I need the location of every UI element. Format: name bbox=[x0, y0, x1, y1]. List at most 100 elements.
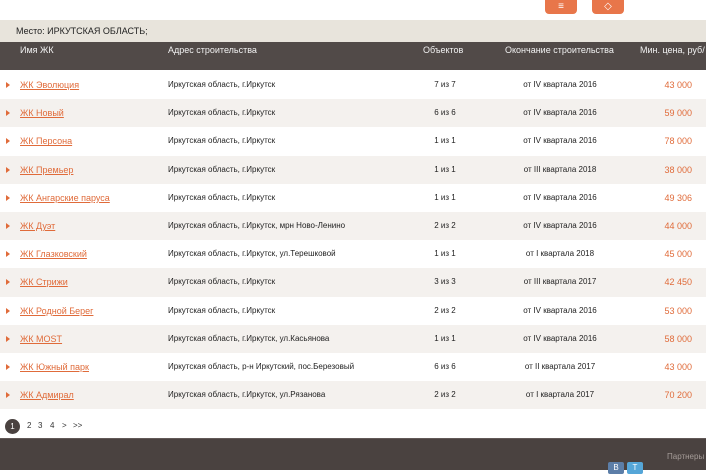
table-row: ЖК Дуэт Иркутская область, г.Иркутск, мр… bbox=[0, 211, 706, 241]
min-price-cell: 70 200 bbox=[664, 390, 692, 401]
objects-cell: 3 из 3 bbox=[434, 277, 456, 287]
expand-arrow-icon[interactable] bbox=[6, 222, 10, 229]
objects-cell: 1 из 1 bbox=[434, 249, 456, 259]
completion-cell: от IV квартала 2016 bbox=[523, 108, 597, 118]
address-cell: Иркутская область, г.Иркутск bbox=[168, 164, 276, 174]
objects-cell: 7 из 7 bbox=[434, 80, 456, 89]
completion-cell: от IV квартала 2016 bbox=[523, 305, 597, 315]
completion-cell: от IV квартала 2016 bbox=[523, 333, 597, 343]
complex-name-link[interactable]: ЖК Персона bbox=[20, 127, 72, 155]
expand-arrow-icon[interactable] bbox=[6, 363, 10, 370]
twitter-icon[interactable]: T bbox=[627, 462, 643, 474]
min-price-cell: 78 000 bbox=[664, 136, 692, 147]
address-cell: Иркутская область, г.Иркутск bbox=[168, 136, 276, 146]
next-page-link[interactable]: > bbox=[62, 421, 67, 430]
menu-button[interactable]: ≡ bbox=[545, 0, 577, 14]
complex-name-link[interactable]: ЖК Ангарские паруса bbox=[20, 184, 110, 212]
objects-cell: 2 из 2 bbox=[434, 390, 456, 400]
min-price-cell: 42 450 bbox=[664, 277, 692, 288]
page-4-link[interactable]: 4 bbox=[50, 421, 54, 430]
min-price-cell: 45 000 bbox=[664, 249, 692, 260]
complex-name-link[interactable]: ЖК Адмирал bbox=[20, 381, 74, 409]
expand-arrow-icon[interactable] bbox=[6, 110, 10, 117]
expand-arrow-icon[interactable] bbox=[6, 335, 10, 342]
completion-cell: от II квартала 2017 bbox=[524, 361, 596, 371]
objects-cell: 1 из 1 bbox=[434, 164, 456, 174]
completion-cell: от IV квартала 2016 bbox=[523, 80, 597, 89]
page-1-current[interactable]: 1 bbox=[5, 419, 20, 434]
table-row: ЖК Эволюция Иркутская область, г.Иркутск… bbox=[0, 71, 706, 99]
address-cell: Иркутская область, г.Иркутск, ул.Терешко… bbox=[168, 249, 336, 259]
completion-cell: от I квартала 2018 bbox=[525, 249, 595, 259]
address-cell: Иркутская область, г.Иркутск bbox=[168, 305, 276, 315]
expand-arrow-icon[interactable] bbox=[6, 392, 10, 399]
table-row: ЖК Южный парк Иркутская область, р-н Ирк… bbox=[0, 353, 706, 381]
complex-name-link[interactable]: ЖК Глазковский bbox=[20, 240, 87, 268]
objects-cell: 6 из 6 bbox=[434, 361, 456, 371]
complex-name-link[interactable]: ЖК Премьер bbox=[20, 156, 73, 184]
table-row: ЖК Адмирал Иркутская область, г.Иркутск,… bbox=[0, 381, 706, 410]
menu-icon: ≡ bbox=[558, 1, 564, 12]
expand-arrow-icon[interactable] bbox=[6, 279, 10, 286]
address-cell: Иркутская область, г.Иркутск, ул.Рязанов… bbox=[168, 390, 326, 400]
min-price-cell: 38 000 bbox=[664, 164, 692, 175]
column-header-objects[interactable]: Объектов bbox=[423, 45, 463, 55]
column-header-name[interactable]: Имя ЖК bbox=[20, 45, 54, 55]
address-cell: Иркутская область, г.Иркутск, ул.Касьяно… bbox=[168, 333, 330, 343]
expand-arrow-icon[interactable] bbox=[6, 166, 10, 173]
objects-cell: 2 из 2 bbox=[434, 305, 456, 315]
objects-cell: 6 из 6 bbox=[434, 108, 456, 118]
table-row: ЖК Глазковский Иркутская область, г.Ирку… bbox=[0, 240, 706, 268]
expand-arrow-icon[interactable] bbox=[6, 194, 10, 201]
table-row: ЖК Новый Иркутская область, г.Иркутск 6 … bbox=[0, 99, 706, 128]
table-row: ЖК Персона Иркутская область, г.Иркутск … bbox=[0, 127, 706, 155]
complex-name-link[interactable]: ЖК Дуэт bbox=[20, 212, 55, 240]
location-filter: Место: ИРКУТСКАЯ ОБЛАСТЬ; bbox=[0, 20, 706, 42]
objects-cell: 1 из 1 bbox=[434, 136, 456, 146]
address-cell: Иркутская область, г.Иркутск bbox=[168, 192, 276, 202]
min-price-cell: 43 000 bbox=[664, 80, 692, 90]
min-price-cell: 44 000 bbox=[664, 220, 692, 231]
address-cell: Иркутская область, г.Иркутск bbox=[168, 277, 276, 287]
column-header-address[interactable]: Адрес строительства bbox=[168, 45, 257, 55]
complex-name-link[interactable]: ЖК Южный парк bbox=[20, 353, 89, 381]
last-page-link[interactable]: >> bbox=[73, 421, 82, 430]
expand-arrow-icon[interactable] bbox=[6, 251, 10, 258]
pagination: 1 2 3 4 > >> bbox=[0, 414, 706, 438]
objects-cell: 2 из 2 bbox=[434, 220, 456, 230]
complex-name-link[interactable]: ЖК Новый bbox=[20, 99, 64, 127]
column-header-min-price[interactable]: Мин. цена, руб/ bbox=[640, 45, 705, 55]
footer: Партнеры В T bbox=[0, 438, 706, 474]
location-pin-icon: ◇ bbox=[604, 1, 612, 12]
completion-cell: от IV квартала 2016 bbox=[523, 220, 597, 230]
complex-name-link[interactable]: ЖК Стрижи bbox=[20, 268, 68, 296]
objects-cell: 1 из 1 bbox=[434, 333, 456, 343]
page-2-link[interactable]: 2 bbox=[27, 421, 31, 430]
table-row: ЖК Родной Берег Иркутская область, г.Ирк… bbox=[0, 297, 706, 325]
address-cell: Иркутская область, г.Иркутск bbox=[168, 108, 276, 118]
complex-name-link[interactable]: ЖК Родной Берег bbox=[20, 297, 93, 325]
table-row: ЖК Премьер Иркутская область, г.Иркутск … bbox=[0, 155, 706, 184]
completion-cell: от IV квартала 2016 bbox=[523, 136, 597, 146]
table-header: Имя ЖК Адрес строительства Объектов Окон… bbox=[0, 42, 706, 70]
table-row: ЖК Ангарские паруса Иркутская область, г… bbox=[0, 184, 706, 212]
address-cell: Иркутская область, г.Иркутск bbox=[168, 80, 276, 89]
footer-divider bbox=[0, 438, 706, 439]
vk-icon[interactable]: В bbox=[608, 462, 624, 474]
completion-cell: от III квартала 2017 bbox=[523, 277, 597, 287]
complex-table: ЖК Эволюция Иркутская область, г.Иркутск… bbox=[0, 71, 706, 410]
min-price-cell: 58 000 bbox=[664, 333, 692, 344]
page-3-link[interactable]: 3 bbox=[38, 421, 42, 430]
expand-arrow-icon[interactable] bbox=[6, 307, 10, 314]
complex-name-link[interactable]: ЖК Эволюция bbox=[20, 71, 79, 99]
expand-arrow-icon[interactable] bbox=[6, 82, 10, 88]
column-header-completion[interactable]: Окончание строительства bbox=[505, 45, 614, 55]
completion-cell: от I квартала 2017 bbox=[525, 390, 595, 400]
min-price-cell: 49 306 bbox=[664, 192, 692, 203]
location-button[interactable]: ◇ bbox=[592, 0, 624, 14]
top-bar: ≡ ◇ bbox=[0, 0, 706, 20]
expand-arrow-icon[interactable] bbox=[6, 138, 10, 145]
address-cell: Иркутская область, р-н Иркутский, пос.Бе… bbox=[168, 361, 355, 371]
min-price-cell: 53 000 bbox=[664, 305, 692, 316]
complex-name-link[interactable]: ЖК MOST bbox=[20, 325, 62, 353]
